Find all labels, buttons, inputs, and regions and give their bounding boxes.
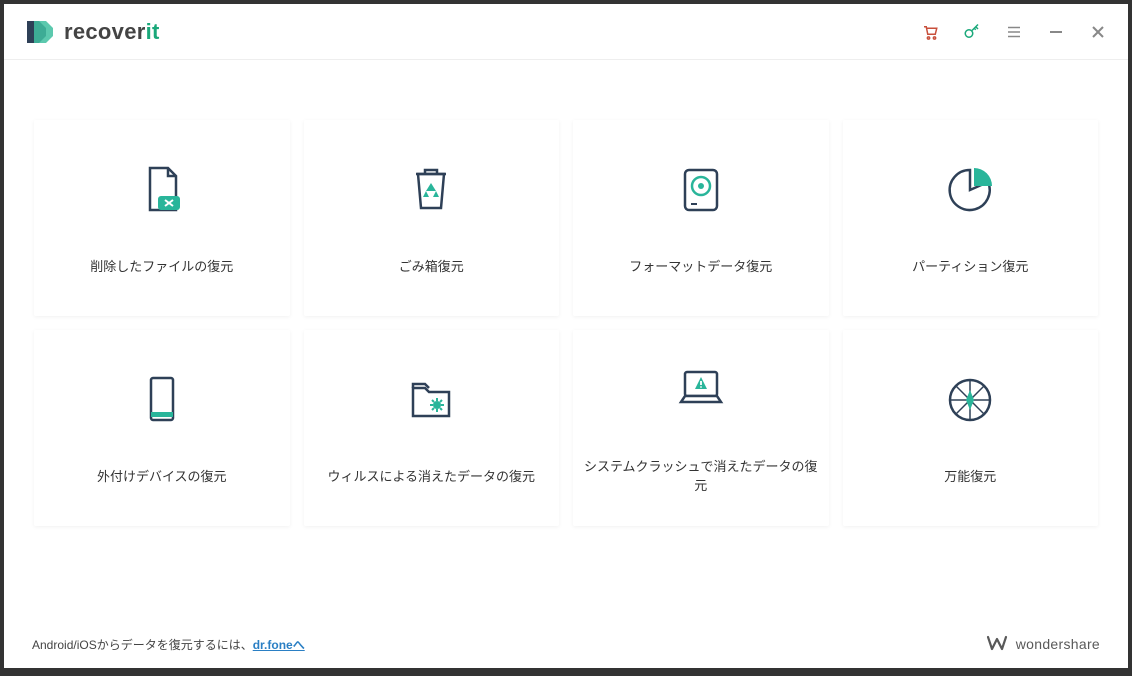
card-label: ウィルスによる消えたデータの復元: [317, 466, 545, 485]
tablet-icon: [134, 372, 190, 428]
card-all-around[interactable]: 万能復元: [843, 330, 1099, 526]
card-external-device[interactable]: 外付けデバイスの復元: [34, 330, 290, 526]
app-name: recoverit: [64, 19, 160, 45]
card-label: ごみ箱復元: [389, 256, 474, 275]
recovery-grid: 削除したファイルの復元 ごみ箱復元: [34, 120, 1098, 526]
card-formatted[interactable]: フォーマットデータ復元: [573, 120, 829, 316]
card-label: 外付けデバイスの復元: [87, 466, 237, 485]
card-label: システムクラッシュで消えたデータの復元: [573, 456, 829, 494]
file-delete-icon: [134, 162, 190, 218]
compass-icon: [942, 372, 998, 428]
recycle-bin-icon: [403, 162, 459, 218]
close-button[interactable]: [1088, 22, 1108, 42]
card-deleted-files[interactable]: 削除したファイルの復元: [34, 120, 290, 316]
app-logo: recoverit: [24, 17, 160, 47]
logo-icon: [24, 17, 54, 47]
footer-brand-label: wondershare: [1016, 636, 1100, 652]
card-label: 万能復元: [934, 466, 1006, 485]
card-virus[interactable]: ウィルスによる消えたデータの復元: [304, 330, 560, 526]
hard-disk-icon: [673, 162, 729, 218]
card-label: フォーマットデータ復元: [619, 256, 782, 275]
footer: Android/iOSからデータを復元するには、dr.foneへ wonders…: [4, 620, 1128, 668]
pie-chart-icon: [942, 162, 998, 218]
key-icon[interactable]: [962, 22, 982, 42]
menu-icon[interactable]: [1004, 22, 1024, 42]
card-recycle-bin[interactable]: ごみ箱復元: [304, 120, 560, 316]
card-partition[interactable]: パーティション復元: [843, 120, 1099, 316]
footer-prefix: Android/iOSからデータを復元するには、: [32, 638, 253, 652]
footer-brand: wondershare: [986, 635, 1100, 653]
titlebar: recoverit: [4, 4, 1128, 60]
folder-virus-icon: [403, 372, 459, 428]
footer-link[interactable]: dr.foneへ: [253, 638, 305, 652]
minimize-button[interactable]: [1046, 22, 1066, 42]
app-window: recoverit: [4, 4, 1128, 668]
titlebar-controls: [920, 22, 1108, 42]
laptop-warning-icon: [673, 362, 729, 418]
cart-icon[interactable]: [920, 22, 940, 42]
wondershare-icon: [986, 635, 1008, 653]
card-label: 削除したファイルの復元: [80, 256, 243, 275]
footer-text: Android/iOSからデータを復元するには、dr.foneへ: [32, 636, 305, 653]
main-content: 削除したファイルの復元 ごみ箱復元: [4, 60, 1128, 620]
card-system-crash[interactable]: システムクラッシュで消えたデータの復元: [573, 330, 829, 526]
card-label: パーティション復元: [902, 256, 1038, 275]
